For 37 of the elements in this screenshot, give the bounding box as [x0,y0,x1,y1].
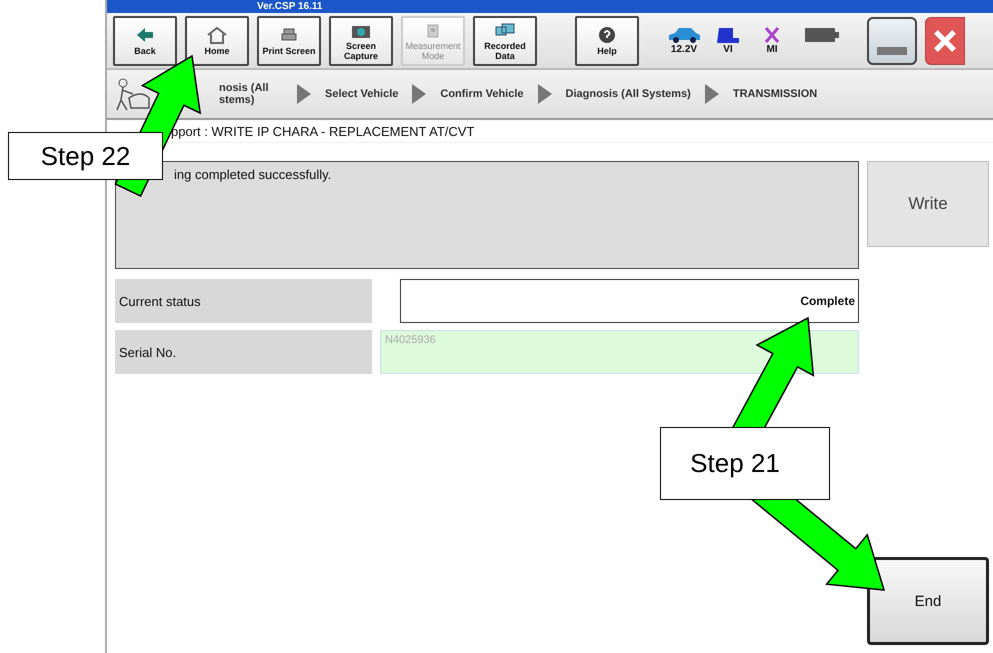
window-title: Ver.CSP 16.11 [257,0,322,12]
minimize-icon [877,46,907,54]
triangle-icon [538,84,552,104]
status-label: 12.2V [670,44,698,55]
step-callout: Step 21 [660,427,830,500]
close-button[interactable] [925,16,965,64]
battery-icon [805,28,839,42]
triangle-icon [704,84,719,104]
breadcrumb-item[interactable]: Diagnosis (All Systems) [566,88,691,100]
minimize-button[interactable] [867,16,917,64]
serial-field: N4025936 [380,330,859,374]
status-field: Complete [400,279,859,323]
toolbar-button[interactable]: Help [575,16,639,66]
triangle-icon [297,84,311,104]
toolbar-button[interactable]: Back [113,16,177,66]
status-label: VI [723,44,733,55]
close-icon [932,28,958,54]
toolbar-button[interactable]: Print Screen [257,16,321,66]
car-icon [667,26,701,44]
breadcrumb-item[interactable]: Select Vehicle [325,88,398,100]
end-button[interactable]: End [867,557,989,645]
field-label: Serial No. [115,330,372,374]
breadcrumb-item[interactable]: nosis (All stems) [219,82,283,106]
folders-icon [493,20,517,38]
toolbar-button[interactable]: Screen Capture [329,16,393,66]
page-title: pport : WRITE IP CHARA - REPLACEMENT AT/CVT [171,124,474,138]
toolbar-button[interactable]: Recorded Data [473,16,537,66]
message-text: ing completed successfully. [174,167,332,182]
house-icon [205,26,229,44]
step-callout: Step 22 [8,132,163,180]
triangle-icon [412,84,426,104]
breadcrumb-item[interactable]: TRANSMISSION [732,88,818,100]
field-label: Current status [115,279,372,323]
breadcrumb-item[interactable]: Confirm Vehicle [440,88,524,100]
toolbar-button[interactable]: Home [185,16,249,66]
write-button[interactable]: Write [867,161,989,247]
status-label: MI [766,44,778,55]
